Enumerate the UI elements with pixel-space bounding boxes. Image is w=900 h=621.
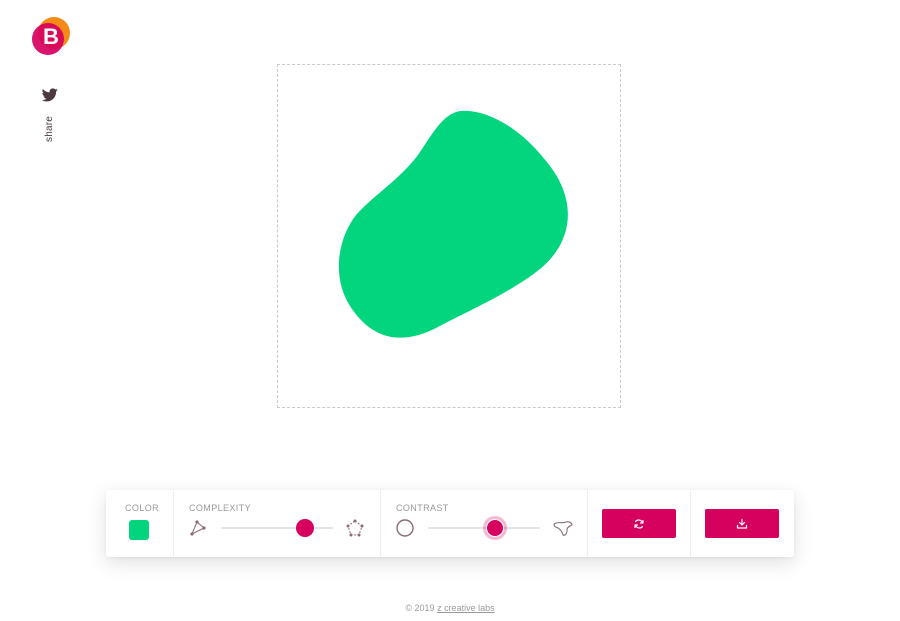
- contrast-slider-knob[interactable]: [486, 519, 505, 537]
- color-swatch[interactable]: [129, 520, 149, 540]
- brand-logo[interactable]: B: [31, 16, 71, 56]
- blob-canvas: [277, 64, 621, 408]
- download-icon: [736, 518, 748, 529]
- complexity-section: COMPLEXITY: [174, 490, 381, 557]
- contrast-section: CONTRAST: [381, 490, 588, 557]
- logo-graphic: B: [32, 17, 70, 55]
- controls-toolbar: COLOR COMPLEXITY CONTRAST: [106, 490, 794, 557]
- blob-generator-page: B share COLOR COMPLEXITY CONTRAST © 2019…: [0, 0, 900, 621]
- circle-icon: [395, 518, 415, 538]
- triangle-icon: [188, 518, 208, 538]
- complexity-label: COMPLEXITY: [189, 503, 252, 513]
- blob-shape: [338, 110, 568, 338]
- twitter-icon[interactable]: [41, 88, 58, 102]
- footer: © 2019 z creative labs: [0, 603, 900, 613]
- share-label[interactable]: share: [44, 116, 55, 142]
- contrast-slider-track[interactable]: [428, 527, 540, 529]
- spiky-blob-icon: [552, 518, 573, 538]
- copyright-text: © 2019: [405, 603, 438, 613]
- randomize-section: [588, 490, 691, 557]
- blob-preview: [338, 110, 568, 338]
- logo-letter: B: [43, 24, 59, 49]
- download-section: [691, 490, 794, 557]
- z-creative-labs-link[interactable]: z creative labs: [437, 603, 495, 613]
- complexity-slider-track[interactable]: [221, 527, 333, 529]
- color-section: COLOR: [106, 490, 174, 557]
- contrast-label: CONTRAST: [396, 503, 449, 513]
- randomize-button[interactable]: [602, 509, 676, 538]
- pentagon-icon: [345, 518, 365, 538]
- color-label: COLOR: [125, 503, 160, 513]
- download-button[interactable]: [705, 509, 779, 538]
- refresh-icon: [634, 518, 644, 529]
- complexity-slider-knob[interactable]: [296, 519, 314, 537]
